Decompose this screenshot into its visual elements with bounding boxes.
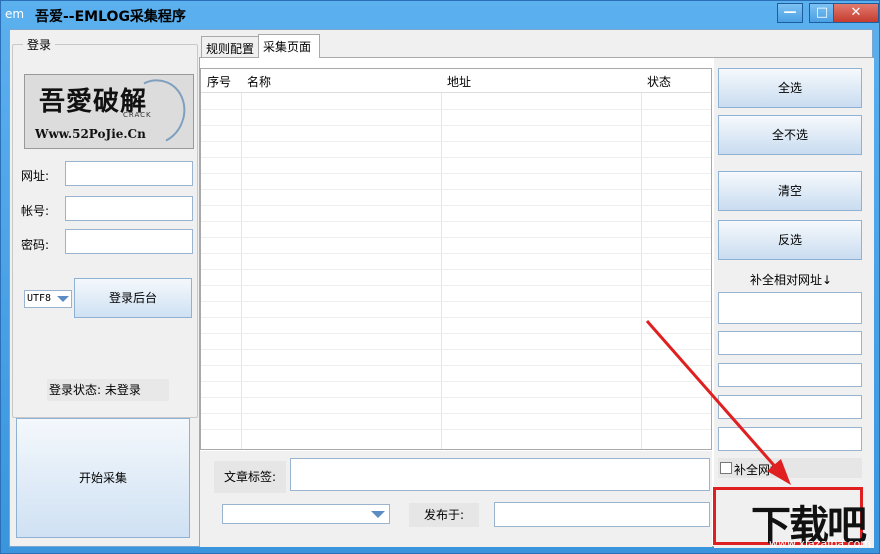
- minimize-button[interactable]: —: [777, 3, 803, 23]
- grid-row-line: [201, 317, 711, 318]
- grid-row-line: [201, 333, 711, 334]
- account-label: 帐号:: [21, 204, 50, 218]
- bottom-bar: 文章标签: 发布于:: [200, 451, 712, 547]
- column-header-index[interactable]: 序号: [207, 73, 231, 90]
- publish-input[interactable]: [494, 502, 710, 527]
- tab-rule-config[interactable]: 规则配置: [201, 36, 259, 58]
- grid-row-line: [201, 269, 711, 270]
- client-area: 登录 吾愛破解 CRACK Www.52PoJie.Cn 网址: 帐号: 密码:…: [9, 29, 874, 548]
- login-group: 登录 吾愛破解 CRACK Www.52PoJie.Cn 网址: 帐号: 密码:…: [12, 36, 198, 418]
- grid-row-line: [201, 237, 711, 238]
- publish-label: 发布于:: [409, 503, 479, 527]
- grid-row-line: [201, 205, 711, 206]
- title-bar[interactable]: em 吾爱--EMLOG采集程序 — □ ✕: [1, 1, 880, 29]
- watermark-logo: 下载吧 www.xiazaiba.com: [743, 493, 879, 553]
- grid-row-line: [201, 221, 711, 222]
- grid-row-line: [201, 157, 711, 158]
- grid-header: 序号 名称 地址 状态: [201, 69, 711, 93]
- select-none-button[interactable]: 全不选: [718, 115, 862, 155]
- grid-row-line: [201, 397, 711, 398]
- login-status: 登录状态: 未登录: [47, 379, 169, 401]
- right-actions: 全选 全不选 清空 反选 补全相对网址↓ 补全网址: [714, 58, 874, 548]
- fill-relative-label: 补全相对网址↓: [750, 273, 833, 287]
- fill-input-2[interactable]: [718, 331, 862, 355]
- fill-url-checkbox-label: 补全网址: [734, 463, 783, 477]
- column-header-name[interactable]: 名称: [247, 73, 271, 90]
- tag-input[interactable]: [290, 458, 710, 491]
- grid-row-line: [201, 189, 711, 190]
- grid-row-line: [201, 413, 711, 414]
- watermark-site: www.xiazaiba.com: [769, 537, 872, 550]
- clear-button[interactable]: 清空: [718, 171, 862, 211]
- logo: 吾愛破解 CRACK Www.52PoJie.Cn: [24, 74, 194, 149]
- account-input[interactable]: [65, 196, 193, 221]
- chevron-down-icon: [371, 511, 385, 518]
- logo-url-text: Www.52PoJie.Cn: [35, 127, 146, 141]
- window-title: 吾爱--EMLOG采集程序: [35, 9, 186, 25]
- grid-row-line: [201, 301, 711, 302]
- fill-url-checkbox[interactable]: [720, 462, 732, 474]
- invert-button[interactable]: 反选: [718, 220, 862, 260]
- main-window: em 吾爱--EMLOG采集程序 — □ ✕ 登录 吾愛破解 CRACK Www…: [0, 0, 880, 554]
- chevron-down-icon: [57, 296, 69, 302]
- grid-row-line: [201, 109, 711, 110]
- password-input[interactable]: [65, 229, 193, 254]
- grid-row-line: [201, 173, 711, 174]
- column-separator: [441, 69, 442, 449]
- select-all-button[interactable]: 全选: [718, 68, 862, 108]
- fill-url-checkbox-row[interactable]: 补全网址: [718, 458, 862, 478]
- start-collect-button[interactable]: 开始采集: [16, 418, 190, 538]
- grid-row-line: [201, 381, 711, 382]
- column-separator: [641, 69, 642, 449]
- url-label: 网址:: [21, 169, 50, 183]
- fill-input-3[interactable]: [718, 363, 862, 387]
- grid-row-line: [201, 429, 711, 430]
- encoding-select[interactable]: UTF8: [24, 290, 72, 308]
- grid-row-line: [201, 349, 711, 350]
- login-button[interactable]: 登录后台: [74, 278, 192, 318]
- result-grid[interactable]: 序号 名称 地址 状态: [200, 68, 712, 450]
- login-group-title: 登录: [23, 36, 56, 53]
- grid-row-line: [201, 365, 711, 366]
- column-separator: [241, 69, 242, 449]
- tab-collect-page[interactable]: 采集页面: [258, 34, 320, 58]
- fill-input-4[interactable]: [718, 395, 862, 419]
- grid-row-line: [201, 125, 711, 126]
- collect-page-panel: 序号 名称 地址 状态 文章标签: 发布于: 全选 全不选 清空 反选 补全相对…: [199, 57, 874, 548]
- maximize-button[interactable]: □: [809, 3, 835, 23]
- logo-crack-text: CRACK: [123, 111, 152, 119]
- close-button[interactable]: ✕: [833, 3, 879, 23]
- password-label: 密码:: [21, 238, 50, 252]
- fill-input-5[interactable]: [718, 427, 862, 451]
- grid-row-line: [201, 285, 711, 286]
- tag-label: 文章标签:: [214, 461, 286, 493]
- column-header-status[interactable]: 状态: [647, 73, 671, 90]
- grid-row-line: [201, 141, 711, 142]
- url-input[interactable]: [65, 161, 193, 186]
- grid-row-line: [201, 253, 711, 254]
- category-select[interactable]: [222, 504, 390, 524]
- encoding-value: UTF8: [27, 293, 52, 304]
- fill-input-1[interactable]: [718, 292, 862, 324]
- app-icon: em: [5, 7, 25, 21]
- column-header-url[interactable]: 地址: [447, 73, 471, 90]
